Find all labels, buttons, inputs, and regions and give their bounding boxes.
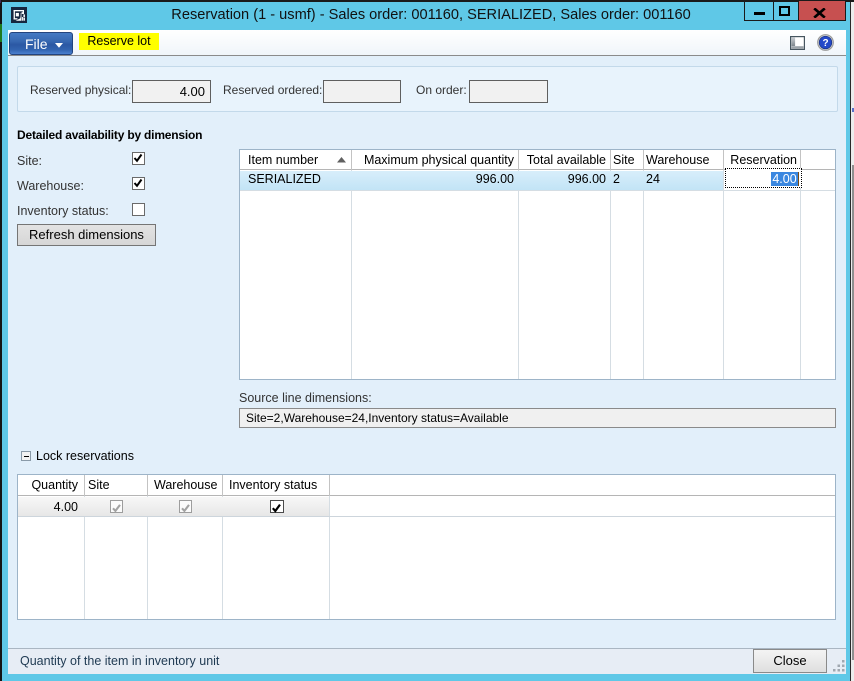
svg-text:?: ? xyxy=(822,38,828,49)
